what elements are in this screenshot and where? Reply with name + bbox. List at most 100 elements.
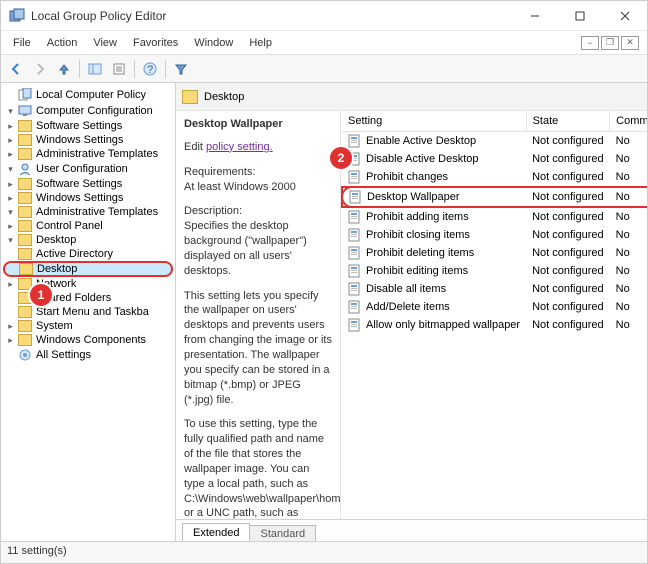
expand-icon[interactable]: [5, 90, 16, 101]
setting-row[interactable]: Prohibit adding itemsNot configuredNo: [342, 207, 647, 226]
back-button[interactable]: [5, 58, 27, 80]
up-button[interactable]: [53, 58, 75, 80]
edit-policy-link[interactable]: policy setting.: [206, 141, 273, 153]
setting-icon: [349, 190, 363, 204]
settings-icon: [18, 348, 32, 362]
menu-view[interactable]: View: [85, 34, 125, 52]
toolbar: ?: [1, 55, 647, 83]
tree-cc-admin[interactable]: ▸Administrative Templates: [3, 147, 173, 161]
expand-icon[interactable]: [5, 293, 16, 304]
expand-icon[interactable]: ▸: [5, 179, 16, 190]
tree-uc-windows[interactable]: ▸Windows Settings: [3, 191, 173, 205]
expand-icon[interactable]: [5, 307, 16, 318]
expand-icon[interactable]: ▸: [5, 279, 16, 290]
menu-favorites[interactable]: Favorites: [125, 34, 186, 52]
setting-icon: [348, 318, 362, 332]
setting-row[interactable]: Prohibit changesNot configuredNo: [342, 168, 647, 187]
folder-icon: [18, 148, 32, 160]
col-setting[interactable]: Setting: [342, 111, 526, 132]
properties-button[interactable]: [108, 58, 130, 80]
expand-icon[interactable]: [6, 264, 17, 275]
setting-row[interactable]: Desktop WallpaperNot configuredNo: [342, 187, 647, 207]
tab-standard[interactable]: Standard: [249, 525, 316, 541]
col-state[interactable]: State: [526, 111, 610, 132]
mdi-minimize-button[interactable]: −: [581, 36, 599, 50]
setting-row[interactable]: Enable Active DesktopNot configuredNo: [342, 132, 647, 151]
collapse-icon[interactable]: ▾: [5, 106, 16, 117]
tree-system[interactable]: ▸System: [3, 319, 173, 333]
collapse-icon[interactable]: ▾: [5, 235, 16, 246]
setting-row[interactable]: Prohibit closing itemsNot configuredNo: [342, 226, 647, 244]
status-bar: 11 setting(s): [1, 541, 647, 563]
show-hide-tree-button[interactable]: [84, 58, 106, 80]
expand-icon[interactable]: ▸: [5, 221, 16, 232]
setting-state: Not configured: [526, 316, 610, 334]
settings-list[interactable]: Setting State Comment Enable Active Desk…: [341, 111, 647, 519]
expand-icon[interactable]: ▸: [5, 335, 16, 346]
setting-name: Add/Delete items: [366, 301, 450, 313]
tree-computer-config[interactable]: ▾Computer Configuration: [3, 103, 173, 119]
menu-window[interactable]: Window: [186, 34, 241, 52]
setting-state: Not configured: [526, 187, 610, 207]
annotation-badge-1: 1: [30, 284, 52, 306]
tree-desktop[interactable]: ▾Desktop: [3, 233, 173, 247]
annotation-badge-2: 2: [330, 147, 352, 169]
computer-icon: [18, 104, 32, 118]
tree-shared-folders[interactable]: Shared Folders: [3, 291, 173, 305]
col-comment[interactable]: Comment: [610, 111, 647, 132]
tree-cc-windows[interactable]: ▸Windows Settings: [3, 133, 173, 147]
setting-icon: [348, 246, 362, 260]
setting-row[interactable]: Prohibit deleting itemsNot configuredNo: [342, 244, 647, 262]
tree-active-directory[interactable]: Active Directory: [3, 247, 173, 261]
setting-row[interactable]: Add/Delete itemsNot configuredNo: [342, 298, 647, 316]
expand-icon[interactable]: ▸: [5, 321, 16, 332]
tree-all-settings[interactable]: All Settings: [3, 347, 173, 363]
setting-icon: [348, 282, 362, 296]
expand-icon[interactable]: ▸: [5, 121, 16, 132]
tree-cc-software[interactable]: ▸Software Settings: [3, 119, 173, 133]
expand-icon[interactable]: [5, 350, 16, 361]
mdi-close-button[interactable]: ✕: [621, 36, 639, 50]
tree-windows-components[interactable]: ▸Windows Components: [3, 333, 173, 347]
menu-file[interactable]: File: [5, 34, 39, 52]
maximize-button[interactable]: [557, 1, 602, 30]
setting-row[interactable]: Disable Active DesktopNot configuredNo: [342, 150, 647, 168]
setting-name: Prohibit editing items: [366, 265, 468, 277]
filter-button[interactable]: [170, 58, 192, 80]
requirements-label: Requirements:: [184, 166, 256, 178]
menu-help[interactable]: Help: [241, 34, 280, 52]
tree-start-menu[interactable]: Start Menu and Taskba: [3, 305, 173, 319]
folder-icon: [18, 192, 32, 204]
folder-icon: [182, 90, 198, 104]
view-tabs: Extended Standard: [176, 519, 647, 541]
tab-extended[interactable]: Extended: [182, 523, 250, 541]
setting-icon: [348, 228, 362, 242]
forward-button[interactable]: [29, 58, 51, 80]
tree-uc-software[interactable]: ▸Software Settings: [3, 177, 173, 191]
menu-action[interactable]: Action: [39, 34, 86, 52]
minimize-button[interactable]: [512, 1, 557, 30]
mdi-restore-button[interactable]: ❐: [601, 36, 619, 50]
setting-row[interactable]: Allow only bitmapped wallpaperNot config…: [342, 316, 647, 334]
expand-icon[interactable]: ▸: [5, 135, 16, 146]
tree-network[interactable]: ▸Network: [3, 277, 173, 291]
folder-icon: [18, 306, 32, 318]
setting-row[interactable]: Disable all itemsNot configuredNo: [342, 280, 647, 298]
tree-desktop-desktop[interactable]: Desktop: [3, 261, 173, 277]
tree-uc-admin[interactable]: ▾Administrative Templates: [3, 205, 173, 219]
tree-root[interactable]: Local Computer Policy: [3, 87, 173, 103]
collapse-icon[interactable]: ▾: [5, 164, 16, 175]
close-button[interactable]: [602, 1, 647, 30]
expand-icon[interactable]: ▸: [5, 193, 16, 204]
setting-state: Not configured: [526, 280, 610, 298]
folder-icon: [18, 320, 32, 332]
tree-pane[interactable]: Local Computer Policy ▾Computer Configur…: [1, 83, 176, 541]
setting-row[interactable]: Prohibit editing itemsNot configuredNo: [342, 262, 647, 280]
setting-icon: [348, 170, 362, 184]
help-button[interactable]: ?: [139, 58, 161, 80]
expand-icon[interactable]: ▸: [5, 149, 16, 160]
tree-controlpanel[interactable]: ▸Control Panel: [3, 219, 173, 233]
expand-icon[interactable]: [5, 249, 16, 260]
collapse-icon[interactable]: ▾: [5, 207, 16, 218]
tree-user-config[interactable]: ▾User Configuration: [3, 161, 173, 177]
